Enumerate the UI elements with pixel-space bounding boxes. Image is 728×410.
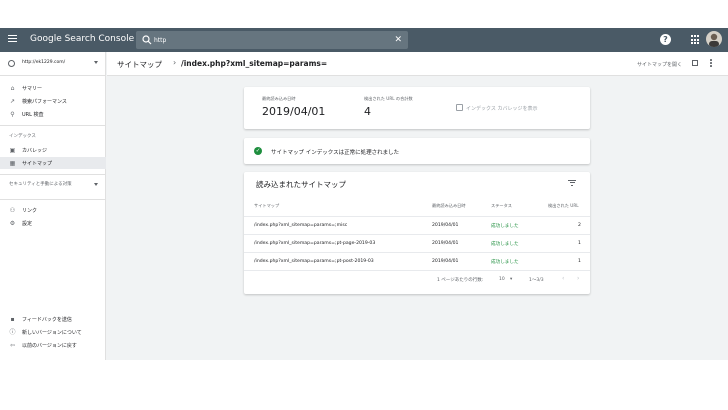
sidebar-item-new-version[interactable]: ⓘ 新しいバージョンについて xyxy=(0,326,106,338)
sitemap-icon: ▦ xyxy=(9,160,16,167)
status-banner: ✓ サイトマップ インデックスは正常に処理されました xyxy=(244,138,590,164)
table-row[interactable]: /index.php?xml_sitemap=params=;misc 2019… xyxy=(244,216,590,234)
section-header-security[interactable]: セキュリティと手動による対策 xyxy=(9,181,93,188)
status-message: サイトマップ インデックスは正常に処理されました xyxy=(271,150,400,156)
sidebar: http://ek1229.com/ ⌂ サマリー ↗ 検索パフォーマンス ⚲ … xyxy=(0,52,106,360)
trend-icon: ↗ xyxy=(9,98,16,105)
help-icon[interactable]: ? xyxy=(660,34,671,45)
table-row[interactable]: /index.php?xml_sitemap=params=;pt-post-2… xyxy=(244,252,590,270)
open-in-new-icon[interactable] xyxy=(692,60,698,66)
column-header-status[interactable]: ステータス xyxy=(491,203,512,209)
breadcrumb-sitemaps[interactable]: サイトマップ xyxy=(117,59,162,70)
sidebar-item-label: カバレッジ xyxy=(22,148,48,154)
gear-icon: ⚙ xyxy=(9,220,16,227)
sitemaps-table-card: 読み込まれたサイトマップ サイトマップ 最終読み込み日時 ステータス 検出された… xyxy=(244,172,590,294)
last-read-label: 最終読み込み日時 xyxy=(262,96,296,101)
sidebar-item-performance[interactable]: ↗ 検索パフォーマンス xyxy=(0,95,106,107)
urls-found-label: 検出された URL の合計数 xyxy=(364,96,413,101)
chevron-down-icon[interactable]: ▾ xyxy=(510,277,512,282)
prev-page-icon[interactable]: ‹ xyxy=(562,275,564,282)
sidebar-item-coverage[interactable]: ▣ カバレッジ xyxy=(0,144,106,156)
column-header-urls[interactable]: 検出された URL xyxy=(548,203,579,209)
search-icon xyxy=(142,35,152,45)
sidebar-item-url-inspection[interactable]: ⚲ URL 検査 xyxy=(0,108,106,120)
rows-per-page-label: 1 ページあたりの行数: xyxy=(437,278,484,283)
more-vert-icon[interactable] xyxy=(710,59,713,69)
sidebar-item-sitemaps[interactable]: ▦ サイトマップ xyxy=(0,157,106,169)
view-coverage-link[interactable]: インデックス カバレッジを表示 xyxy=(466,105,537,112)
section-header-index: インデックス xyxy=(9,134,36,139)
sitemap-cell: /index.php?xml_sitemap=params=;pt-page-2… xyxy=(254,241,376,246)
status-cell: 成功しました xyxy=(491,242,519,247)
last-read-value: 2019/04/01 xyxy=(262,105,326,118)
urls-cell: 2 xyxy=(578,223,581,228)
filter-icon[interactable] xyxy=(568,180,576,186)
sidebar-item-label: 設定 xyxy=(22,221,33,227)
page-header: サイトマップ › /index.php?xml_sitemap=params= … xyxy=(107,52,728,76)
rows-per-page-select[interactable]: 10 xyxy=(499,277,505,282)
coverage-icon xyxy=(456,104,463,111)
sidebar-item-label: 検索パフォーマンス xyxy=(22,99,67,105)
sidebar-item-label: サイトマップ xyxy=(22,161,53,167)
table-row[interactable]: /index.php?xml_sitemap=params=;pt-page-2… xyxy=(244,234,590,252)
globe-icon xyxy=(8,60,15,67)
urls-cell: 1 xyxy=(578,241,581,246)
check-circle-icon: ✓ xyxy=(254,147,262,155)
sidebar-item-settings[interactable]: ⚙ 設定 xyxy=(0,217,106,229)
menu-icon[interactable] xyxy=(8,34,18,44)
search-box[interactable]: ✕ xyxy=(136,31,408,49)
apps-grid-icon[interactable] xyxy=(691,35,701,45)
sidebar-item-label: 新しいバージョンについて xyxy=(22,330,82,336)
table-title: 読み込まれたサイトマップ xyxy=(256,180,346,189)
urls-cell: 1 xyxy=(578,259,581,264)
close-icon[interactable]: ✕ xyxy=(394,34,402,46)
property-url: http://ek1229.com/ xyxy=(22,60,66,65)
page-title: /index.php?xml_sitemap=params= xyxy=(181,59,328,68)
sitemap-cell: /index.php?xml_sitemap=params=;pt-post-2… xyxy=(254,259,374,264)
chevron-right-icon: › xyxy=(173,58,177,67)
property-selector[interactable]: http://ek1229.com/ xyxy=(0,52,106,76)
chevron-down-icon xyxy=(94,61,98,64)
sidebar-item-label: サマリー xyxy=(22,86,43,92)
date-cell: 2019/04/01 xyxy=(432,259,459,264)
sidebar-item-feedback[interactable]: ▪ フィードバックを送信 xyxy=(0,313,106,325)
urls-found-value: 4 xyxy=(364,105,371,118)
feedback-icon: ▪ xyxy=(10,316,15,323)
sidebar-item-links[interactable]: ⚇ リンク xyxy=(0,204,106,216)
coverage-icon: ▣ xyxy=(9,147,16,154)
divider xyxy=(0,199,106,200)
divider xyxy=(0,125,106,126)
top-app-bar: Google Search Console ✕ ? xyxy=(0,28,728,52)
chevron-down-icon xyxy=(94,183,98,186)
home-icon: ⌂ xyxy=(10,85,15,92)
sidebar-item-label: フィードバックを送信 xyxy=(22,317,72,323)
links-icon: ⚇ xyxy=(9,207,16,214)
search-icon: ⚲ xyxy=(10,111,15,118)
product-title: Google Search Console xyxy=(30,34,135,44)
divider xyxy=(0,174,106,175)
info-icon: ⓘ xyxy=(9,329,16,336)
status-cell: 成功しました xyxy=(491,224,519,229)
sidebar-item-label: リンク xyxy=(22,208,38,214)
summary-card: 最終読み込み日時 2019/04/01 検出された URL の合計数 4 インデ… xyxy=(244,87,590,129)
date-cell: 2019/04/01 xyxy=(432,223,459,228)
pagination-range: 1～3/3 xyxy=(529,278,544,283)
divider xyxy=(244,270,590,271)
open-sitemap-link[interactable]: サイトマップを開く xyxy=(637,61,682,68)
sitemap-cell: /index.php?xml_sitemap=params=;misc xyxy=(254,223,348,228)
sidebar-item-summary[interactable]: ⌂ サマリー xyxy=(0,82,106,94)
date-cell: 2019/04/01 xyxy=(432,241,459,246)
status-cell: 成功しました xyxy=(491,260,519,265)
exit-icon: ⇦ xyxy=(9,342,16,349)
search-input[interactable] xyxy=(154,33,384,47)
avatar[interactable] xyxy=(706,31,722,47)
app-window: Google Search Console ✕ ? http://ek1229.… xyxy=(0,28,728,360)
next-page-icon[interactable]: › xyxy=(577,275,579,282)
column-header-sitemap[interactable]: サイトマップ xyxy=(254,203,279,209)
sidebar-item-old-version[interactable]: ⇦ 以前のバージョンに戻す xyxy=(0,339,106,351)
sidebar-item-label: URL 検査 xyxy=(22,112,44,118)
column-header-last-read[interactable]: 最終読み込み日時 xyxy=(432,203,466,209)
sidebar-item-label: 以前のバージョンに戻す xyxy=(22,343,77,349)
